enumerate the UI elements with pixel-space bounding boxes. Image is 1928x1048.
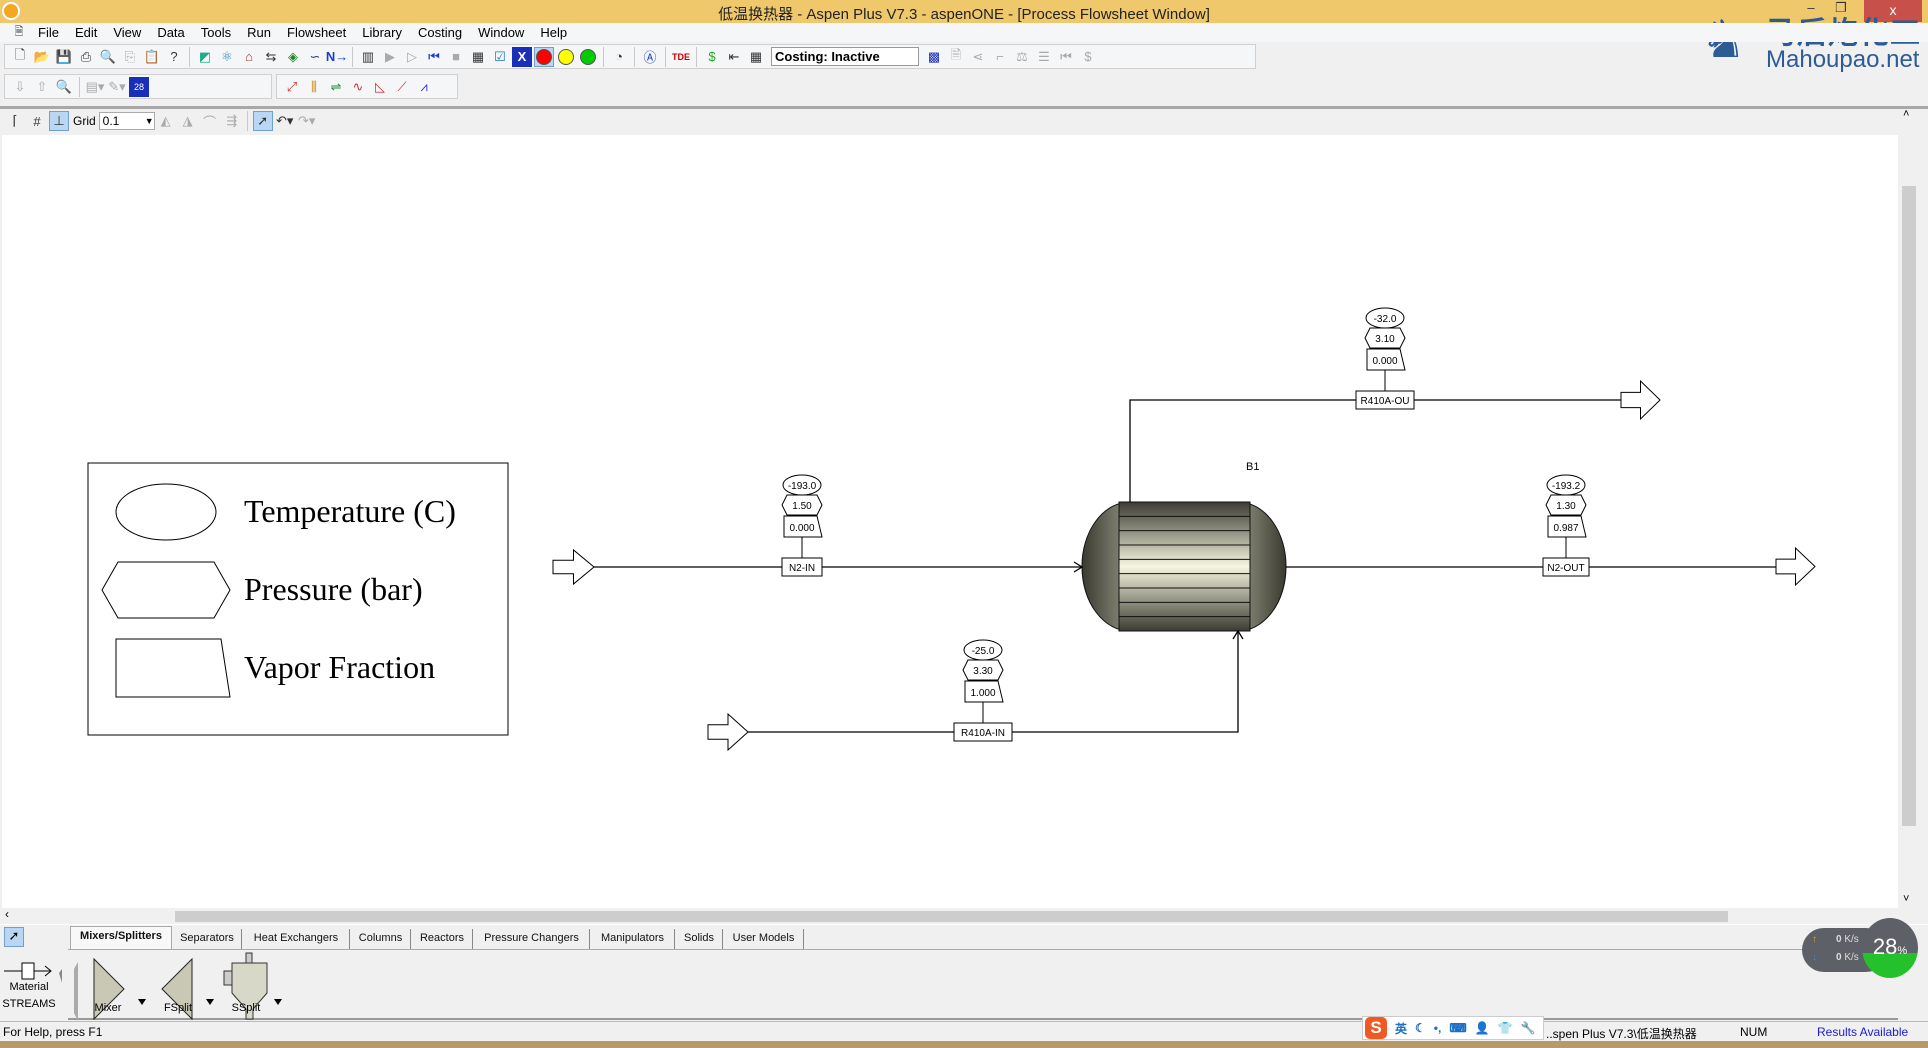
stream-dropdown-icon[interactable] — [59, 969, 62, 983]
tab-heat-exchangers[interactable]: Heat Exchangers — [243, 929, 350, 949]
file-path: ..spen Plus V7.3\低温换热器 — [1546, 1027, 1697, 1041]
scroll-up-icon[interactable]: ˄ — [1903, 108, 1909, 120]
upload-speed: 0 — [1836, 934, 1842, 945]
vapor-fraction-value: 0.987 — [1553, 523, 1578, 534]
sogou-ime-icon[interactable]: S — [1365, 1017, 1387, 1039]
vapor-fraction-value: 1.000 — [970, 688, 995, 699]
tab-solids[interactable]: Solids — [676, 929, 723, 949]
legend-pressure-shape — [101, 561, 231, 619]
legend-box: Temperature (C) Pressure (bar) Vapor Fra… — [87, 462, 509, 736]
material-label: Material — [9, 981, 49, 993]
pressure-value: 3.10 — [1375, 334, 1395, 345]
stream-name: N2-OUT — [1547, 563, 1584, 574]
upload-unit: K/s — [1844, 934, 1859, 945]
punctuation-icon[interactable]: •, — [1434, 1021, 1442, 1035]
taskbar — [0, 1041, 1928, 1048]
moon-icon[interactable]: ☾ — [1415, 1021, 1426, 1035]
num-lock-indicator: NUM — [1740, 1025, 1768, 1039]
vapor-fraction-value: 0.000 — [789, 523, 814, 534]
tab-user-models[interactable]: User Models — [724, 929, 804, 949]
stream-n2-in[interactable]: N2-IN 0.000 1.50 -193.0 — [552, 474, 1084, 586]
user-icon[interactable]: 👤 — [1475, 1021, 1490, 1035]
pressure-value: 3.30 — [973, 666, 993, 677]
help-hint: For Help, press F1 — [3, 1025, 103, 1039]
mixer-label: Mixer — [94, 1002, 122, 1014]
block-label[interactable]: B1 — [1246, 461, 1259, 473]
tab-reactors[interactable]: Reactors — [412, 929, 473, 949]
horizontal-scroll-thumb[interactable] — [175, 911, 1728, 922]
pressure-value: 1.30 — [1556, 501, 1576, 512]
model-palette: ➚ Mixers/Splitters Separators Heat Excha… — [0, 924, 1928, 1022]
temperature-value: -193.2 — [1552, 481, 1581, 492]
stream-port-arrow-icon[interactable] — [552, 548, 595, 586]
temperature-value: -32.0 — [1374, 314, 1397, 325]
scroll-left-icon[interactable]: ‹ — [5, 907, 9, 921]
heat-exchanger-block[interactable] — [1081, 501, 1287, 632]
wrench-icon[interactable]: 🔧 — [1521, 1021, 1536, 1035]
tab-mixers-splitters[interactable]: Mixers/Splitters — [70, 926, 172, 949]
stream-name: N2-IN — [789, 563, 815, 574]
legend-vapor-fraction-label: Vapor Fraction — [244, 649, 435, 685]
pressure-value: 1.50 — [792, 501, 812, 512]
flowsheet-drawing: Temperature (C) Pressure (bar) Vapor Fra… — [87, 307, 1816, 752]
legend-vapor-fraction-shape — [115, 638, 231, 698]
fsplit-label: FSplit — [163, 1002, 193, 1014]
stream-r410a-in[interactable]: R410A-IN 1.000 3.30 -25.0 — [707, 629, 1244, 752]
download-speed: 0 — [1836, 952, 1842, 963]
tab-manipulators[interactable]: Manipulators — [591, 929, 675, 949]
status-bar: For Help, press F1 S 英 ☾ •, ⌨ 👤 👕 🔧 ..sp… — [0, 1016, 1928, 1041]
stream-name: R410A-OU — [1361, 396, 1410, 407]
palette-scroll-handle[interactable] — [74, 962, 78, 1021]
tab-pressure-changers[interactable]: Pressure Changers — [474, 929, 590, 949]
download-arrow-icon: ↓ — [1812, 952, 1817, 963]
mixer-dropdown-icon[interactable] — [138, 999, 146, 1005]
legend-pressure-label: Pressure (bar) — [244, 571, 423, 607]
legend-temperature-label: Temperature (C) — [244, 493, 456, 529]
upload-arrow-icon: ↑ — [1812, 934, 1817, 945]
stream-n2-out[interactable]: N2-OUT 0.987 1.30 -193.2 — [1286, 474, 1816, 587]
fsplit-dropdown-icon[interactable] — [206, 999, 214, 1005]
stream-port-arrow-icon[interactable] — [1620, 379, 1661, 421]
vertical-scroll-thumb[interactable] — [1902, 186, 1916, 826]
tab-separators[interactable]: Separators — [173, 929, 242, 949]
skin-shirt-icon[interactable]: 👕 — [1498, 1021, 1513, 1035]
temperature-value: -193.0 — [788, 481, 817, 492]
vapor-fraction-value: 0.000 — [1372, 356, 1397, 367]
palette-select-pointer-icon[interactable]: ➚ — [4, 927, 24, 947]
ssplit-label: SSplit — [231, 1002, 261, 1014]
legend-temperature-shape — [115, 483, 217, 541]
material-stream-icon[interactable] — [4, 962, 52, 980]
keyboard-icon[interactable]: ⌨ — [1449, 1021, 1466, 1035]
scroll-down-icon[interactable]: ˅ — [1903, 893, 1909, 905]
results-status: Results Available — [1817, 1025, 1909, 1039]
stream-port-arrow-icon[interactable] — [707, 712, 749, 752]
stream-port-arrow-icon[interactable] — [1775, 546, 1816, 587]
ssplit-dropdown-icon[interactable] — [274, 999, 282, 1005]
cpu-usage-gauge[interactable]: 28% — [1862, 918, 1918, 978]
percent-sign: % — [1897, 945, 1908, 957]
ime-toolbar: S 英 ☾ •, ⌨ 👤 👕 🔧 — [1362, 1016, 1544, 1040]
tab-columns[interactable]: Columns — [351, 929, 411, 949]
cpu-percent: 28 — [1872, 934, 1898, 959]
stream-r410a-ou[interactable]: R410A-OU 0.000 3.10 -32.0 — [1129, 307, 1661, 502]
stream-name: R410A-IN — [961, 728, 1005, 739]
ime-language-toggle[interactable]: 英 — [1395, 1020, 1407, 1037]
streams-caption: STREAMS — [2, 998, 56, 1010]
download-unit: K/s — [1844, 952, 1859, 963]
palette-body — [68, 949, 1898, 1020]
temperature-value: -25.0 — [972, 646, 995, 657]
